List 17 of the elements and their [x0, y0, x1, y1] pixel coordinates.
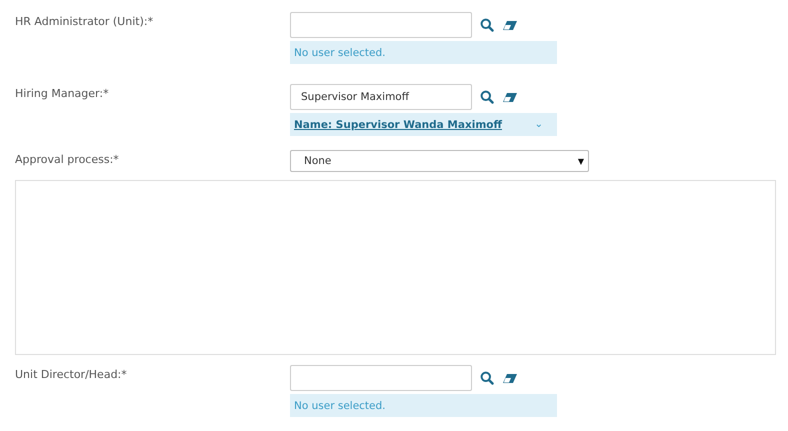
field-label: Hiring Manager:*	[15, 86, 110, 102]
search-icon[interactable]	[480, 371, 494, 385]
user-input[interactable]	[290, 365, 472, 391]
user-input[interactable]: Supervisor Maximoff	[290, 84, 472, 110]
search-icon[interactable]	[480, 90, 494, 104]
approval-select[interactable]: None ▼	[290, 150, 589, 172]
search-icon[interactable]	[480, 18, 494, 32]
field-label: Approval process:*	[15, 152, 120, 168]
field-label: HR Administrator (Unit):*	[15, 14, 154, 30]
user-input[interactable]	[290, 12, 472, 38]
field-label: Unit Director/Head:*	[15, 367, 128, 383]
no-user-text: No user selected.	[294, 46, 386, 58]
eraser-icon[interactable]	[502, 372, 518, 384]
eraser-icon[interactable]	[502, 20, 518, 30]
eraser-icon[interactable]	[502, 92, 518, 102]
user-name-link[interactable]: Name: Supervisor Wanda Maximoff	[294, 118, 502, 130]
no-user-text: No user selected.	[294, 400, 386, 412]
